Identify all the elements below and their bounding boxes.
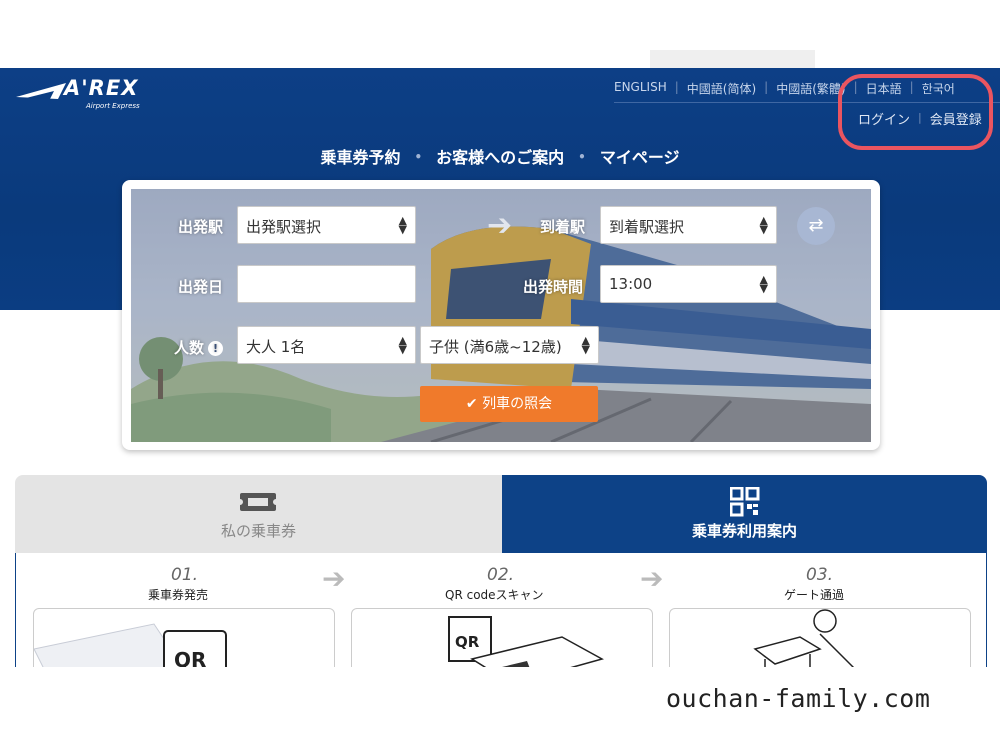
child-select[interactable]: 子供 (満6歳~12歳) ▲ ▼ <box>420 326 599 364</box>
step3-title: ゲート通過 <box>784 588 845 602</box>
departure-select[interactable]: 出発駅選択 ▲ ▼ <box>237 206 416 244</box>
date-label: 出発日 <box>178 278 224 296</box>
step2-title: QR codeスキャン <box>445 588 544 602</box>
select-arrows-icon: ▲ ▼ <box>581 334 590 356</box>
lang-chinese-simplified[interactable]: 中國語(简体) <box>679 80 764 97</box>
watermark-text: ouchan-family.com <box>666 684 931 713</box>
check-icon: ✔ <box>465 396 478 412</box>
date-input[interactable] <box>237 265 416 303</box>
search-trains-button[interactable]: ✔ 列車の照会 <box>420 386 598 422</box>
svg-text:QR: QR <box>455 633 480 651</box>
step-arrow-icon: ➔ <box>640 562 664 595</box>
top-strip <box>650 50 815 68</box>
ticket-guide-label: 乗車券利用案内 <box>691 522 797 540</box>
arrival-value: 到着駅選択 <box>609 218 685 236</box>
qr-code-icon <box>730 487 760 517</box>
logo-subtitle: Airport Express <box>86 102 140 110</box>
departure-value: 出発駅選択 <box>246 218 322 236</box>
info-icon[interactable]: ! <box>208 341 224 356</box>
departure-label: 出発駅 <box>178 218 224 236</box>
people-label: 人数 <box>174 339 205 357</box>
step1-number: 01. <box>171 565 199 585</box>
select-arrows-icon: ▲ ▼ <box>759 214 768 236</box>
select-arrows-icon: ▲ ▼ <box>398 334 407 356</box>
people-label-wrap: 人数! <box>174 337 224 358</box>
ticket-icon <box>238 493 278 511</box>
child-value: 子供 (満6歳~12歳) <box>429 338 562 356</box>
adult-select[interactable]: 大人 1名 ▲ ▼ <box>237 326 416 364</box>
main-nav: 乗車券予約 • お客様へのご案内 • マイページ <box>0 144 1000 168</box>
select-arrows-icon: ▲ ▼ <box>759 273 768 295</box>
step3-number: 03. <box>806 565 834 585</box>
select-arrows-icon: ▲ ▼ <box>398 214 407 236</box>
nav-dot: • <box>414 150 423 164</box>
swap-stations-button[interactable]: ⇄ <box>797 207 835 245</box>
step1-title: 乗車券発売 <box>148 588 209 602</box>
adult-value: 大人 1名 <box>246 338 306 356</box>
nav-dot: • <box>578 150 586 164</box>
logo-text[interactable]: A'REX <box>64 76 138 100</box>
step2-number: 02. <box>487 565 515 585</box>
my-ticket-label: 私の乗車券 <box>220 522 296 540</box>
arrival-select[interactable]: 到着駅選択 ▲ ▼ <box>600 206 777 244</box>
tab-my-ticket[interactable] <box>15 475 502 553</box>
lang-english[interactable]: ENGLISH <box>614 80 675 97</box>
arrival-label: 到着駅 <box>540 218 586 236</box>
step-arrow-icon: ➔ <box>322 562 346 595</box>
nav-guide[interactable]: お客様へのご案内 <box>432 148 568 167</box>
highlight-annotation <box>838 74 993 150</box>
time-value: 13:00 <box>609 275 653 293</box>
time-select[interactable]: 13:00 ▲ ▼ <box>600 265 777 303</box>
direction-arrow-icon: ➔ <box>487 208 513 243</box>
search-button-label: 列車の照会 <box>482 396 553 412</box>
nav-reservation[interactable]: 乗車券予約 <box>316 148 404 167</box>
time-label: 出発時間 <box>523 278 584 296</box>
nav-mypage[interactable]: マイページ <box>596 148 684 167</box>
